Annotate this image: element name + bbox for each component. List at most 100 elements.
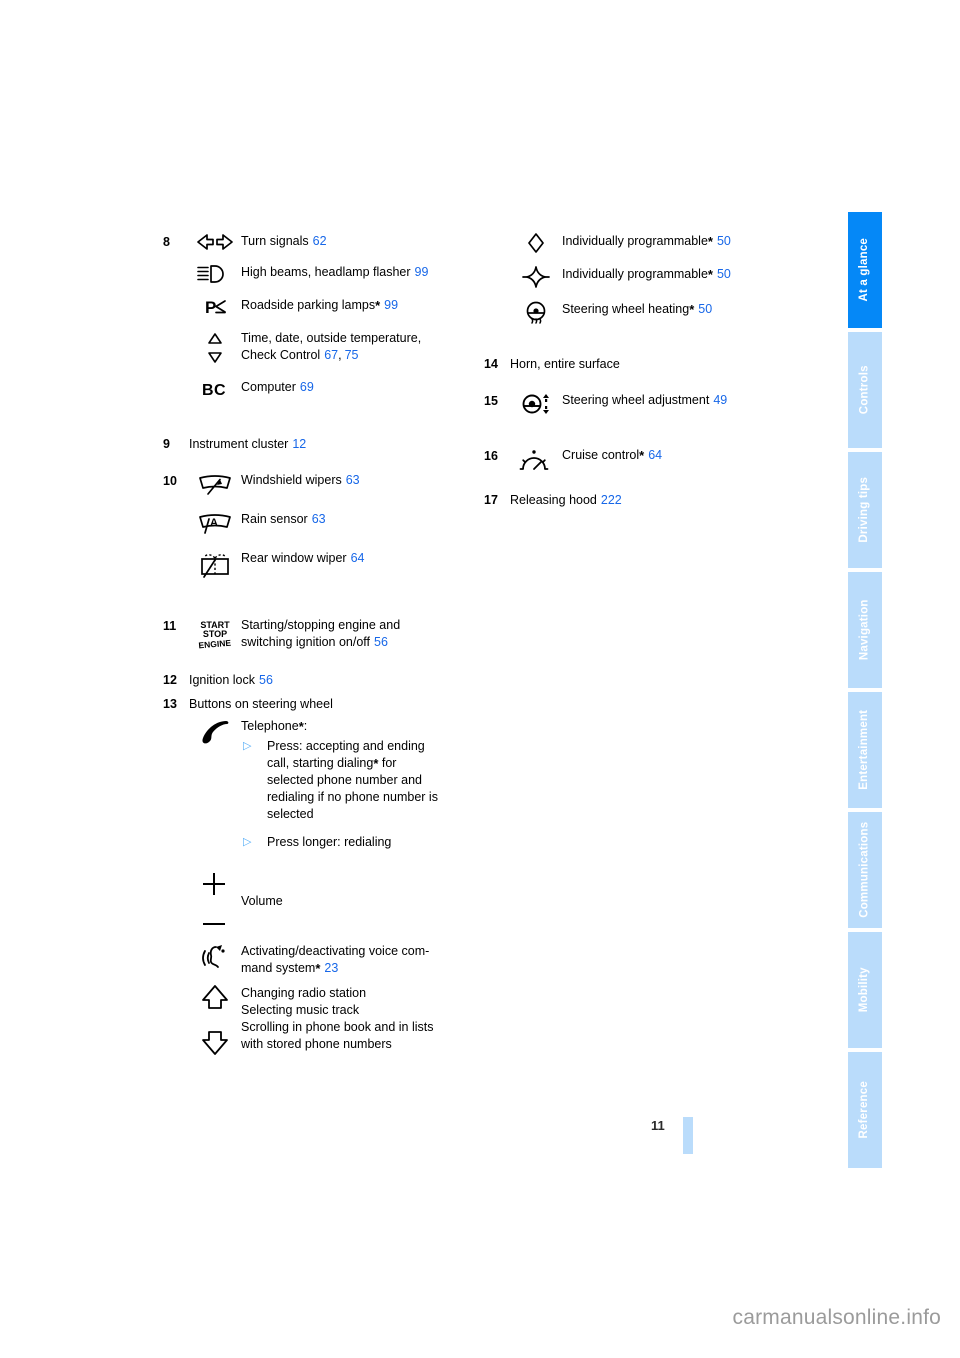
list-item-rear-window-wiper: Rear window wiper 64 bbox=[163, 549, 483, 580]
list-item-text: Changing radio station Selecting music t… bbox=[241, 986, 434, 1051]
label-line-2: mand system* 23 bbox=[241, 961, 339, 976]
page-ref[interactable]: 64 bbox=[648, 448, 662, 462]
list-item-computer: BC Computer 69 bbox=[163, 378, 483, 399]
list-item-turn-signals: 8 Turn signals 62 bbox=[163, 232, 483, 251]
ref-separator: , bbox=[338, 348, 342, 362]
list-item-cruise-control: 16 Cruise control* 64 bbox=[484, 446, 804, 475]
list-item-text: Horn, entire surface bbox=[510, 357, 620, 371]
bullet-text: Press longer: redialing bbox=[267, 835, 392, 849]
arrow-up-icon bbox=[202, 985, 228, 1009]
list-item-text: Steering wheel heating* 50 bbox=[562, 300, 804, 318]
tab-at-a-glance[interactable]: At a glance bbox=[848, 212, 882, 328]
label-line-1: Starting/stopping engine and bbox=[241, 618, 401, 632]
list-item-text: High beams, headlamp flasher 99 bbox=[241, 263, 483, 281]
list-item-voice-command: Activating/deactivating voice com- mand … bbox=[163, 942, 483, 977]
start-stop-engine-icon: START STOP ENGINE bbox=[189, 616, 241, 649]
tab-communications[interactable]: Communications bbox=[848, 812, 882, 928]
list-item-volume: Volume bbox=[163, 871, 483, 934]
list-item-rain-sensor: A Rain sensor 63 bbox=[163, 510, 483, 537]
optional-equipment-marker: * bbox=[639, 448, 645, 463]
list-item-high-beams: High beams, headlamp flasher 99 bbox=[163, 263, 483, 284]
tab-label: Controls bbox=[858, 365, 871, 415]
voice-command-icon bbox=[189, 942, 241, 973]
roadside-parking-lamps-icon: P bbox=[189, 296, 241, 317]
label: Steering wheel adjustment bbox=[562, 393, 710, 407]
watermark: carmanualsonline.info bbox=[732, 1306, 941, 1329]
page-ref[interactable]: 12 bbox=[292, 437, 306, 451]
tab-label: At a glance bbox=[858, 238, 871, 302]
bc-computer-icon: BC bbox=[189, 378, 241, 399]
item-number: 8 bbox=[163, 235, 170, 249]
label: Individually programmable bbox=[562, 267, 708, 281]
list-item-text: Rain sensor 63 bbox=[241, 510, 483, 528]
page-ref[interactable]: 50 bbox=[717, 267, 731, 281]
rear-window-wiper-icon bbox=[189, 549, 241, 580]
bullet-item: ▷ Press: accepting and ending call, star… bbox=[241, 738, 483, 823]
tab-label: Communications bbox=[858, 821, 871, 919]
optional-equipment-marker: * bbox=[315, 961, 321, 976]
list-item-telephone: Telephone*: ▷ Press: accepting and endin… bbox=[163, 717, 483, 851]
page-ref[interactable]: 222 bbox=[601, 493, 622, 507]
label-line-2: Check Control 67, 75 bbox=[241, 348, 359, 362]
section-tab-rail: At a glance Controls Driving tips Naviga… bbox=[848, 212, 882, 1168]
steering-wheel-adjustment-icon bbox=[510, 391, 562, 418]
tab-label: Mobility bbox=[858, 967, 871, 1013]
tab-label: Entertainment bbox=[858, 710, 871, 790]
page-ref[interactable]: 62 bbox=[313, 234, 327, 248]
bullet-line-2: call, starting dialing* for bbox=[267, 756, 397, 771]
page-ref[interactable]: 64 bbox=[351, 551, 365, 565]
list-item-start-stop-engine: 11 START STOP ENGINE Starting/stopping e… bbox=[163, 616, 483, 651]
tab-label: Reference bbox=[858, 1081, 871, 1139]
tab-entertainment[interactable]: Entertainment bbox=[848, 692, 882, 808]
item-number: 16 bbox=[484, 449, 498, 463]
page-ref[interactable]: 99 bbox=[415, 265, 429, 279]
item-number: 12 bbox=[163, 673, 177, 687]
tab-mobility[interactable]: Mobility bbox=[848, 932, 882, 1048]
list-item-steering-wheel-adjustment: 15 Steering wheel adjustment 49 bbox=[484, 391, 804, 418]
list-item-text: Cruise control* 64 bbox=[562, 446, 804, 464]
list-item-individually-programmable-star: Individually programmable* 50 bbox=[484, 265, 804, 288]
turn-signals-icon bbox=[189, 232, 241, 251]
svg-text:P: P bbox=[205, 298, 216, 317]
page-ref[interactable]: 23 bbox=[324, 961, 338, 975]
page-ref[interactable]: 56 bbox=[374, 635, 388, 649]
diamond-icon bbox=[510, 232, 562, 253]
item-number: 10 bbox=[163, 474, 177, 488]
list-item-roadside-parking-lamps: P Roadside parking lamps* 99 bbox=[163, 296, 483, 317]
page-ref[interactable]: 99 bbox=[384, 298, 398, 312]
page-ref[interactable]: 56 bbox=[259, 673, 273, 687]
list-item-ignition-lock: 12 Ignition lock 56 bbox=[163, 671, 483, 689]
list-item-text: Instrument cluster 12 bbox=[189, 435, 306, 453]
page-ref[interactable]: 50 bbox=[698, 302, 712, 316]
list-item-horn: 14 Horn, entire surface bbox=[484, 355, 804, 373]
page-ref[interactable]: 63 bbox=[346, 473, 360, 487]
page-ref[interactable]: 67 bbox=[324, 348, 338, 362]
list-item-text: Buttons on steering wheel bbox=[189, 697, 333, 711]
page-ref[interactable]: 69 bbox=[300, 380, 314, 394]
tab-controls[interactable]: Controls bbox=[848, 332, 882, 448]
list-item-text: Rear window wiper 64 bbox=[241, 549, 483, 567]
page-ref[interactable]: 75 bbox=[345, 348, 359, 362]
tab-reference[interactable]: Reference bbox=[848, 1052, 882, 1168]
bullet-item: ▷ Press longer: redialing bbox=[241, 834, 483, 851]
plus-minus-icon bbox=[189, 871, 241, 934]
windshield-wipers-icon bbox=[189, 471, 241, 498]
up-down-arrows-icon bbox=[189, 329, 241, 366]
page-ref[interactable]: 49 bbox=[713, 393, 727, 407]
high-beams-icon bbox=[189, 263, 241, 284]
telephone-handset-icon bbox=[189, 717, 241, 748]
page-ref[interactable]: 50 bbox=[717, 234, 731, 248]
tab-navigation[interactable]: Navigation bbox=[848, 572, 882, 688]
manual-page: At a glance Controls Driving tips Naviga… bbox=[0, 0, 960, 1358]
label: Ignition lock bbox=[189, 673, 256, 687]
list-item-text: Roadside parking lamps* 99 bbox=[241, 296, 483, 314]
label: Rear window wiper bbox=[241, 551, 347, 565]
label: Individually programmable bbox=[562, 234, 708, 248]
list-item-windshield-wipers: 10 Windshield wipers 63 bbox=[163, 471, 483, 498]
page-ref[interactable]: 63 bbox=[312, 512, 326, 526]
bullet-arrow-icon: ▷ bbox=[243, 740, 252, 752]
list-item-text: Telephone*: ▷ Press: accepting and endin… bbox=[241, 717, 483, 851]
tab-driving-tips[interactable]: Driving tips bbox=[848, 452, 882, 568]
label: Rain sensor bbox=[241, 512, 308, 526]
svg-text:BC: BC bbox=[202, 382, 226, 399]
